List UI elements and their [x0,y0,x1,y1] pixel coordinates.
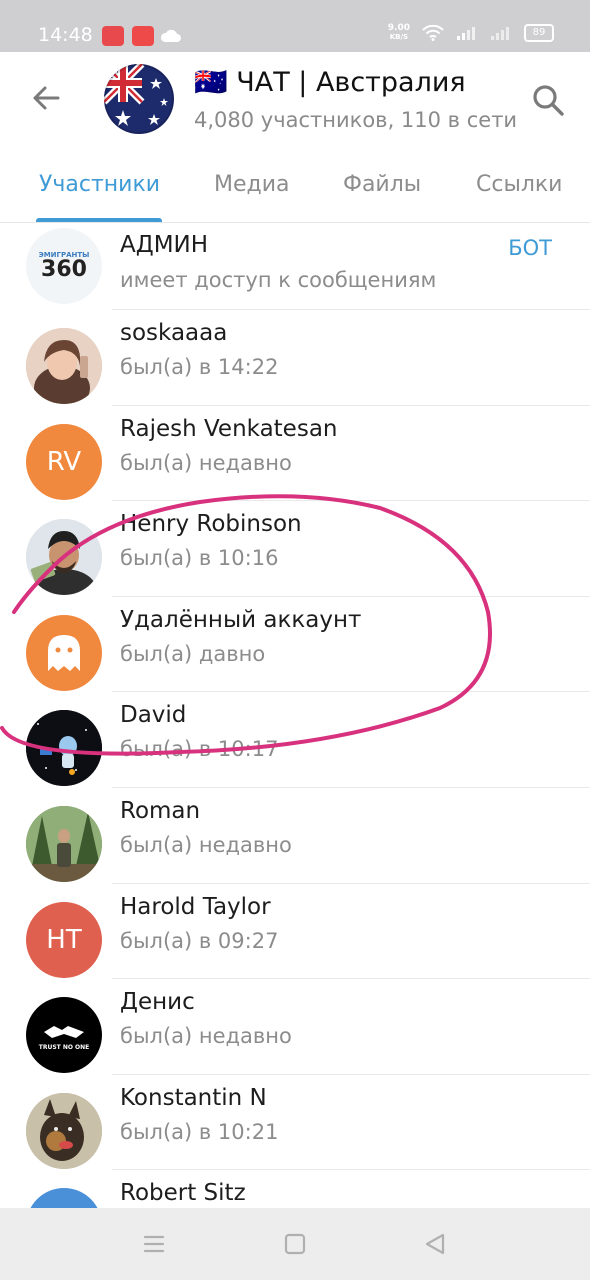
member-status: был(а) в 14:22 [120,355,279,379]
member-name: David [120,702,187,729]
list-item[interactable]: David был(а) в 10:17 [0,692,590,788]
member-name: АДМИН [120,232,209,258]
member-status: был(а) в 10:21 [120,1119,279,1144]
avatar-deleted [26,614,102,691]
members-list: ЭМИГРАНТЫ 360 АДМИН имеет доступ к сообщ… [0,222,590,1266]
avatar-initials: HT [26,901,102,978]
home-square-icon[interactable] [281,1230,309,1258]
signal-icon-2 [491,27,509,40]
chat-subtitle: 4,080 участников, 110 в сети [194,108,518,132]
forest-photo-avatar [26,805,102,882]
avatar-photo [26,710,102,787]
avatar-photo [26,805,102,882]
cloud-icon [160,29,181,42]
list-item[interactable]: Henry Robinson был(а) в 10:16 [0,501,590,597]
member-status: был(а) давно [120,641,266,666]
member-name: Удалённый аккаунт [120,606,362,633]
woman-photo-avatar [26,328,102,404]
avatar-logo: ЭМИГРАНТЫ 360 [26,228,102,304]
tab-members[interactable]: Участники [39,172,160,197]
handshake-icon [44,1025,84,1038]
search-icon[interactable] [530,82,566,118]
list-item[interactable]: Konstantin N был(а) в 10:21 [0,1075,590,1171]
chat-avatar[interactable] [104,64,174,134]
battery-indicator: 89 [524,24,554,42]
member-status: был(а) в 09:27 [120,928,279,953]
logo-text-360: 360 [41,257,87,282]
list-item[interactable]: ЭМИГРАНТЫ 360 АДМИН имеет доступ к сообщ… [0,222,590,310]
member-status: был(а) недавно [120,832,292,857]
avatar-photo [26,328,102,404]
avatar-photo: TRUST NO ONE [26,997,102,1074]
member-status: был(а) в 10:17 [120,737,279,762]
member-name: Rajesh Venkatesan [120,415,338,442]
man-photo-avatar [26,519,102,596]
member-name: Henry Robinson [120,511,302,538]
list-item[interactable]: Roman был(а) недавно [0,788,590,884]
role-badge: БОТ [508,236,552,260]
screen-recorder-icon [102,26,124,46]
astronaut-photo-avatar [26,710,102,787]
wifi-icon [422,25,444,41]
member-name: Konstantin N [120,1084,267,1111]
member-name: Денис [120,989,195,1016]
avatar-initials-text: RV [46,446,82,477]
member-name: Robert Sitz [120,1180,246,1207]
chat-title[interactable]: 🇦🇺 ЧАТ | Австралия [194,66,466,98]
tab-links[interactable]: Ссылки [476,172,562,197]
member-status: был(а) недавно [120,450,292,475]
avatar-caption: TRUST NO ONE [38,1043,90,1051]
member-status: имеет доступ к сообщениям [120,268,437,292]
signal-icon [457,27,475,40]
member-name: soskaaaa [120,320,228,346]
member-name: Harold Taylor [120,893,271,920]
member-name: Roman [120,797,201,824]
back-triangle-icon[interactable] [421,1230,449,1258]
list-item[interactable]: soskaaaa был(а) в 14:22 [0,310,590,406]
chat-header: 🇦🇺 ЧАТ | Австралия 4,080 участников, 110… [0,52,590,223]
tab-media[interactable]: Медиа [214,172,290,197]
music-app-icon [132,26,154,46]
dog-photo-avatar [26,1092,102,1169]
list-item[interactable]: RV Rajesh Venkatesan был(а) недавно [0,406,590,502]
list-item[interactable]: HT Harold Taylor был(а) в 09:27 [0,884,590,980]
avatar-initials: RV [26,423,102,500]
menu-lines-icon[interactable] [140,1230,168,1258]
flag-emoji: 🇦🇺 [194,67,228,98]
status-time: 14:48 [38,24,93,46]
member-status: был(а) в 10:16 [120,546,279,571]
avatar-photo [26,519,102,596]
avatar-photo [26,1092,102,1169]
tab-files[interactable]: Файлы [343,172,421,197]
back-arrow-icon[interactable] [28,80,64,116]
avatar-initials-text: HT [46,924,82,955]
status-bar: 14:48 9.00 KB/S 89 [0,0,590,52]
ghost-icon [48,634,80,671]
australia-flag-avatar [104,64,174,134]
chat-title-text: ЧАТ | Австралия [236,67,466,98]
member-status: был(а) недавно [120,1024,292,1049]
network-speed: 9.00 KB/S [387,23,410,42]
tab-bar: Участники Медиа Файлы Ссылки [0,158,590,222]
list-item[interactable]: TRUST NO ONE Денис был(а) недавно [0,979,590,1075]
system-nav-bar [0,1208,590,1280]
list-item[interactable]: Удалённый аккаунт был(а) давно [0,597,590,693]
